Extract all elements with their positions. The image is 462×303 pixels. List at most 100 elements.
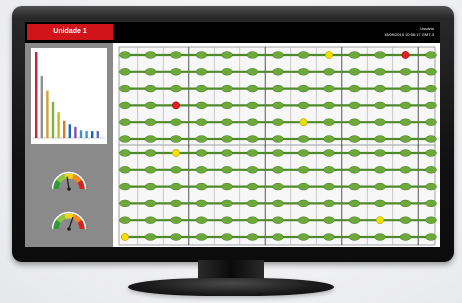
- sensor-node-ok[interactable]: [323, 199, 335, 208]
- sensor-node-ok[interactable]: [374, 68, 386, 76]
- sensor-node-ok[interactable]: [246, 68, 259, 76]
- sensor-node-ok[interactable]: [195, 118, 208, 126]
- sensor-node-alarm[interactable]: [172, 101, 180, 110]
- sensor-node-ok[interactable]: [272, 135, 284, 143]
- sensor-node-ok[interactable]: [119, 216, 131, 224]
- sensor-node-ok[interactable]: [144, 216, 157, 224]
- sensor-node-ok[interactable]: [195, 51, 208, 59]
- sensor-node-ok[interactable]: [246, 101, 259, 110]
- sensor-node-ok[interactable]: [374, 149, 386, 157]
- sensor-node-ok[interactable]: [399, 166, 412, 174]
- sensor-node-ok[interactable]: [246, 149, 259, 157]
- sensor-node-ok[interactable]: [297, 216, 310, 224]
- sensor-node-ok[interactable]: [246, 51, 259, 59]
- sensor-node-ok[interactable]: [323, 166, 335, 174]
- sensor-node-ok[interactable]: [399, 118, 412, 126]
- sensor-node-ok[interactable]: [246, 199, 259, 208]
- sensor-node-ok[interactable]: [399, 68, 412, 76]
- sensor-node-ok[interactable]: [297, 51, 310, 59]
- sensor-node-ok[interactable]: [246, 118, 259, 126]
- sensor-node-ok[interactable]: [144, 166, 157, 174]
- sensor-node-ok[interactable]: [119, 118, 131, 126]
- sensor-node-ok[interactable]: [221, 68, 233, 76]
- sensor-node-ok[interactable]: [221, 166, 233, 174]
- sensor-node-ok[interactable]: [425, 182, 437, 191]
- sensor-node-ok[interactable]: [374, 166, 386, 174]
- sensor-node-ok[interactable]: [425, 68, 437, 76]
- sensor-node-ok[interactable]: [399, 233, 412, 241]
- sensor-node-ok[interactable]: [170, 182, 182, 191]
- sensor-node-ok[interactable]: [272, 84, 284, 93]
- unit-tab[interactable]: Unidade 1: [27, 24, 113, 40]
- sensor-node-ok[interactable]: [425, 118, 437, 126]
- sensor-node-ok[interactable]: [144, 51, 157, 59]
- sensor-node-ok[interactable]: [246, 233, 259, 241]
- gauge-2[interactable]: [51, 210, 87, 232]
- sensor-node-ok[interactable]: [297, 166, 310, 174]
- sensor-node-ok[interactable]: [246, 182, 259, 191]
- sensor-node-ok[interactable]: [348, 149, 361, 157]
- sensor-node-ok[interactable]: [323, 182, 335, 191]
- sensor-node-ok[interactable]: [348, 118, 361, 126]
- gauge-1[interactable]: [51, 170, 87, 192]
- sensor-node-ok[interactable]: [221, 199, 233, 208]
- sensor-node-ok[interactable]: [297, 199, 310, 208]
- sensor-node-ok[interactable]: [221, 84, 233, 93]
- sensor-node-ok[interactable]: [348, 51, 361, 59]
- sensor-node-ok[interactable]: [374, 199, 386, 208]
- sensor-node-ok[interactable]: [144, 84, 157, 93]
- sensor-node-ok[interactable]: [323, 84, 335, 93]
- sensor-node-ok[interactable]: [144, 233, 157, 241]
- sensor-node-ok[interactable]: [297, 149, 310, 157]
- sensor-node-ok[interactable]: [425, 101, 437, 110]
- sensor-node-ok[interactable]: [170, 216, 182, 224]
- sensor-node-ok[interactable]: [323, 233, 335, 241]
- sensor-node-ok[interactable]: [272, 68, 284, 76]
- sensor-node-ok[interactable]: [297, 68, 310, 76]
- sensor-node-ok[interactable]: [221, 216, 233, 224]
- sensor-node-ok[interactable]: [348, 182, 361, 191]
- sensor-node-ok[interactable]: [323, 216, 335, 224]
- sensor-node-ok[interactable]: [246, 166, 259, 174]
- sensor-node-ok[interactable]: [374, 182, 386, 191]
- sensor-node-ok[interactable]: [144, 101, 157, 110]
- sensor-node-ok[interactable]: [195, 166, 208, 174]
- sensor-node-ok[interactable]: [272, 101, 284, 110]
- sensor-node-warning[interactable]: [299, 118, 308, 127]
- sensor-node-ok[interactable]: [425, 166, 437, 174]
- sensor-node-ok[interactable]: [399, 101, 412, 110]
- sensor-node-ok[interactable]: [425, 216, 437, 224]
- sensor-node-ok[interactable]: [170, 166, 182, 174]
- sensor-node-ok[interactable]: [374, 135, 386, 143]
- sensor-node-ok[interactable]: [195, 149, 208, 157]
- sensor-node-ok[interactable]: [348, 199, 361, 208]
- sensor-node-ok[interactable]: [425, 84, 437, 93]
- sensor-node-ok[interactable]: [425, 135, 437, 143]
- sensor-node-ok[interactable]: [119, 68, 131, 76]
- sensor-node-ok[interactable]: [425, 51, 437, 59]
- sensor-node-ok[interactable]: [144, 68, 157, 76]
- sensor-node-ok[interactable]: [119, 135, 131, 143]
- sensor-node-ok[interactable]: [374, 118, 386, 126]
- sensor-node-ok[interactable]: [323, 149, 335, 157]
- sensor-node-ok[interactable]: [246, 135, 259, 143]
- sensor-node-ok[interactable]: [323, 68, 335, 76]
- sensor-node-ok[interactable]: [272, 149, 284, 157]
- sensor-node-ok[interactable]: [119, 199, 131, 208]
- sensor-node-ok[interactable]: [297, 182, 310, 191]
- sensor-node-alarm[interactable]: [401, 51, 410, 59]
- sensor-node-ok[interactable]: [170, 118, 182, 126]
- sensor-node-ok[interactable]: [246, 216, 259, 224]
- sensor-node-ok[interactable]: [348, 84, 361, 93]
- sensor-node-ok[interactable]: [297, 233, 310, 241]
- sensor-node-ok[interactable]: [170, 51, 182, 59]
- sensor-node-ok[interactable]: [374, 51, 386, 59]
- sensor-node-ok[interactable]: [272, 199, 284, 208]
- sensor-node-ok[interactable]: [348, 135, 361, 143]
- sensor-node-ok[interactable]: [399, 216, 412, 224]
- sensor-node-ok[interactable]: [272, 51, 284, 59]
- sensor-node-ok[interactable]: [170, 233, 182, 241]
- sensor-node-ok[interactable]: [195, 135, 208, 143]
- sensor-node-ok[interactable]: [348, 101, 361, 110]
- sensor-node-ok[interactable]: [119, 166, 131, 174]
